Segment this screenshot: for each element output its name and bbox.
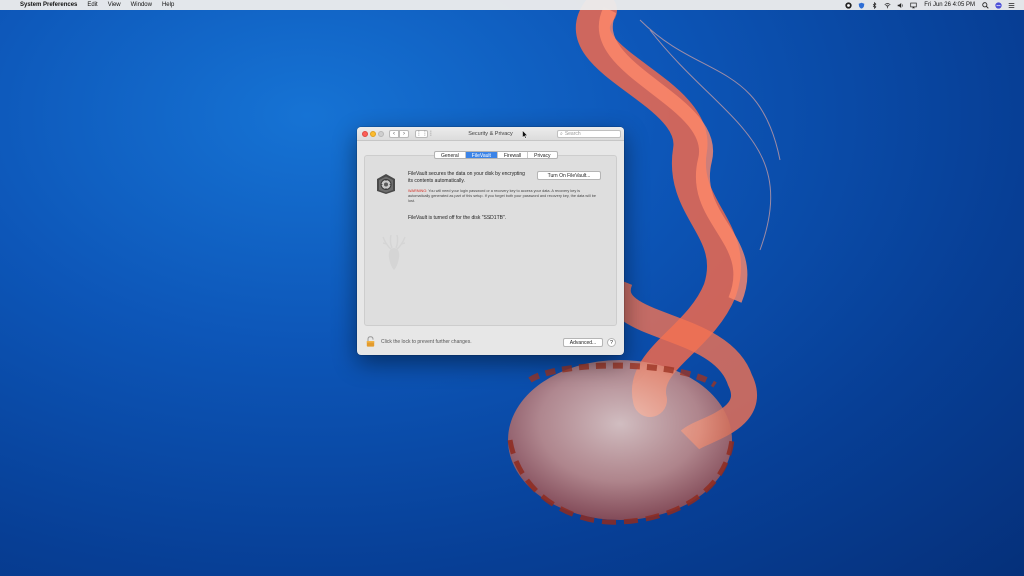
menu-clock[interactable]: Fri Jun 26 4:05 PM (920, 2, 979, 8)
stag-watermark-icon (382, 234, 406, 270)
notification-center-icon[interactable] (1008, 2, 1015, 9)
search-field[interactable]: ⌕ (557, 130, 621, 138)
filevault-panel: FileVault secures the data on your disk … (364, 155, 617, 326)
volume-icon[interactable] (897, 2, 904, 9)
mouse-cursor-icon (522, 130, 528, 139)
search-icon: ⌕ (560, 131, 563, 137)
record-icon[interactable] (845, 1, 852, 9)
wifi-icon[interactable] (884, 2, 891, 9)
menu-app-name[interactable]: System Preferences (15, 0, 82, 10)
filevault-description: FileVault secures the data on your disk … (408, 171, 525, 184)
warning-text: You will need your login password or a r… (408, 189, 596, 203)
search-input[interactable] (564, 131, 617, 137)
tab-filevault[interactable]: FileVault (465, 152, 498, 158)
shield-icon[interactable] (858, 2, 865, 9)
advanced-button[interactable]: Advanced... (563, 338, 603, 347)
tab-firewall[interactable]: Firewall (498, 152, 529, 158)
menu-edit[interactable]: Edit (82, 0, 102, 10)
spotlight-search-icon[interactable] (982, 1, 989, 9)
bluetooth-icon[interactable] (871, 1, 878, 9)
lock-icon[interactable] (366, 336, 375, 347)
filevault-status: FileVault is turned off for the disk "SS… (408, 215, 507, 221)
airplay-icon[interactable] (910, 2, 917, 9)
menu-bar: System Preferences Edit View Window Help… (0, 0, 1024, 10)
window-titlebar[interactable]: ‹ › ⋮⋮⋮ Security & Privacy ⌕ (357, 127, 624, 141)
help-button[interactable]: ? (607, 338, 616, 347)
siri-icon[interactable] (995, 1, 1002, 9)
preference-tabs: General FileVault Firewall Privacy (434, 151, 558, 159)
warning-label: WARNING: (408, 189, 428, 193)
tab-general[interactable]: General (435, 152, 466, 158)
tab-privacy[interactable]: Privacy (528, 152, 556, 158)
security-privacy-window: ‹ › ⋮⋮⋮ Security & Privacy ⌕ FileVault s… (357, 127, 624, 355)
menu-help[interactable]: Help (157, 0, 179, 10)
menu-window[interactable]: Window (126, 0, 157, 10)
lock-status-text: Click the lock to prevent further change… (381, 339, 472, 345)
menu-view[interactable]: View (103, 0, 126, 10)
turn-on-filevault-button[interactable]: Turn On FileVault... (537, 171, 601, 180)
filevault-safe-icon (377, 174, 395, 194)
filevault-warning: WARNING: You will need your login passwo… (408, 189, 598, 204)
